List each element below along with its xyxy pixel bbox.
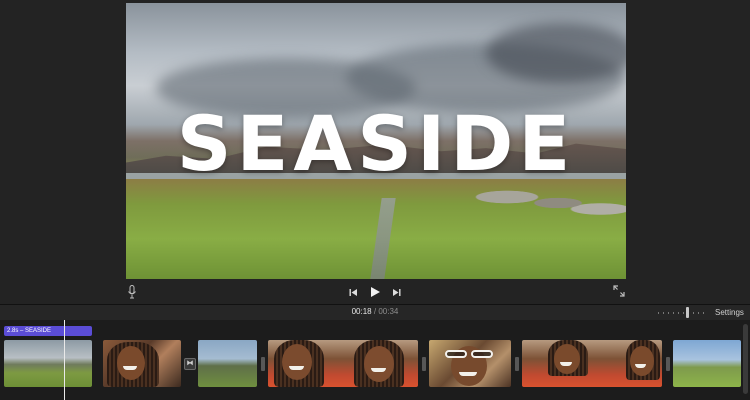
transport-controls — [349, 284, 401, 300]
zoom-slider[interactable] — [658, 312, 706, 314]
microphone-icon[interactable] — [127, 285, 137, 299]
clip-divider — [515, 357, 519, 371]
video-clip[interactable] — [673, 340, 741, 387]
timeline[interactable]: 2.8s – SEASIDE ⧓ — [0, 320, 750, 400]
settings-button[interactable]: Settings — [715, 308, 744, 317]
viewer-controls — [0, 282, 750, 302]
title-clip[interactable]: 2.8s – SEASIDE — [4, 326, 92, 336]
total-duration: 00:34 — [378, 307, 399, 316]
clip-divider — [422, 357, 426, 371]
timeline-header: 00:18 / 00:34 Settings — [0, 304, 750, 320]
skip-forward-icon[interactable] — [392, 288, 401, 297]
bowtie-transition-icon[interactable]: ⧓ — [184, 358, 196, 370]
video-clip[interactable] — [429, 340, 511, 387]
playhead[interactable] — [64, 320, 65, 400]
clip-divider — [666, 357, 670, 371]
video-clip[interactable] — [522, 340, 662, 387]
time-separator: / — [373, 307, 377, 316]
video-clip[interactable] — [4, 340, 92, 387]
play-icon[interactable] — [369, 286, 381, 298]
fullscreen-icon[interactable] — [613, 285, 625, 297]
video-clip[interactable] — [268, 340, 418, 387]
timecode: 00:18 / 00:34 — [0, 307, 750, 316]
skip-back-icon[interactable] — [349, 288, 358, 297]
title-overlay[interactable]: SEASIDE — [126, 99, 626, 188]
timeline-scrollbar[interactable] — [743, 324, 748, 394]
current-time: 00:18 — [351, 307, 372, 316]
video-preview[interactable]: SEASIDE — [126, 3, 626, 279]
clip-divider — [261, 357, 265, 371]
video-clip[interactable] — [103, 340, 181, 387]
viewer: SEASIDE — [0, 0, 750, 304]
zoom-slider-knob[interactable] — [686, 307, 689, 318]
video-clip[interactable] — [198, 340, 257, 387]
